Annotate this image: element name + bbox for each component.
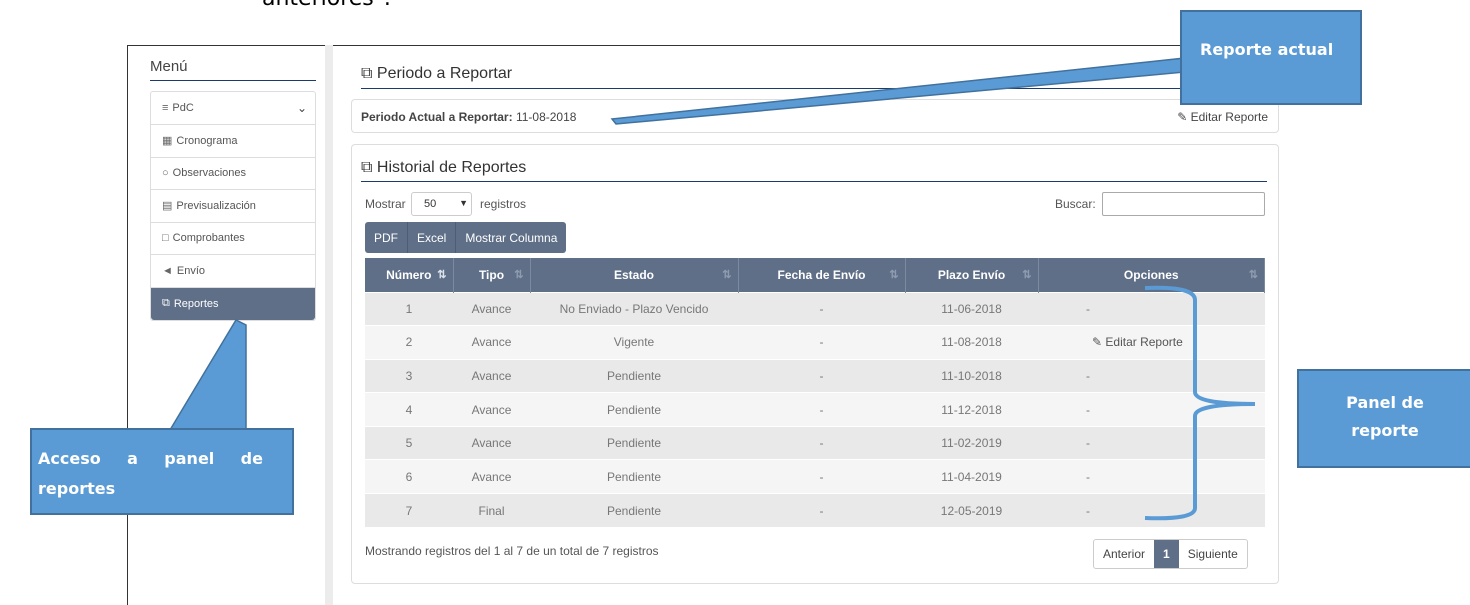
caret-down-icon: ▼ <box>459 198 468 208</box>
calendar-icon: ▦ <box>162 135 173 148</box>
comment-icon: ○ <box>162 167 169 180</box>
column-visibility-button[interactable]: Mostrar Columna <box>456 222 566 253</box>
table-row: 7 Final Pendiente - 12-05-2019 - <box>365 493 1265 528</box>
copy-icon: ⧉ <box>361 159 373 176</box>
send-icon: ◄ <box>162 264 173 277</box>
sidebar-menu: ≡ PdC ⌄ ▦ Cronograma ○ Observaciones ▤ P… <box>150 91 316 321</box>
list-icon: ≡ <box>162 102 169 114</box>
sidebar-item-envio[interactable]: ◄ Envío <box>151 255 315 288</box>
sidebar-separator <box>325 45 333 605</box>
excel-button[interactable]: Excel <box>408 222 457 253</box>
sidebar-item-previsualizacion[interactable]: ▤ Previsualización <box>151 190 315 223</box>
edit-report-row-link[interactable]: ✎ Editar Reporte <box>1038 325 1265 360</box>
copy-icon: ⧉ <box>162 297 170 310</box>
file-icon: □ <box>162 232 169 245</box>
export-button-group: PDF Excel Mostrar Columna <box>365 222 567 253</box>
sidebar-item-label: PdC <box>172 102 194 114</box>
column-header-plazo-envio[interactable]: Plazo Envío ⇅ <box>905 258 1039 292</box>
historial-section-title: ⧉ Historial de Reportes <box>361 159 527 176</box>
column-header-estado[interactable]: Estado ⇅ <box>530 258 739 292</box>
pencil-icon: ✎ <box>1177 110 1188 124</box>
sort-icon: ⇅ <box>1022 269 1031 281</box>
pencil-icon: ✎ <box>1092 335 1103 350</box>
sidebar-item-label: Reportes <box>173 297 219 310</box>
show-label: Mostrar <box>365 197 406 211</box>
table-row: 3 Avance Pendiente - 11-10-2018 - <box>365 358 1265 393</box>
table-row: 1 Avance No Enviado - Plazo Vencido - 11… <box>365 291 1265 326</box>
periodo-actual: Periodo Actual a Reportar: 11-08-2018 <box>361 110 577 124</box>
table-row: 5 Avance Pendiente - 11-02-2019 - <box>365 425 1265 460</box>
sort-icon: ⇅ <box>889 269 898 281</box>
sort-icon: ⇅ <box>722 269 731 281</box>
sort-icon: ⇅ <box>1248 269 1258 281</box>
sidebar-item-label: Envío <box>176 264 206 277</box>
title-underline <box>361 88 1267 89</box>
pagination: Anterior 1 Siguiente <box>1093 539 1248 569</box>
sidebar-item-label: Previsualización <box>176 199 256 212</box>
reports-table: Número ⇅ Tipo ⇅ Estado ⇅ Fecha de Envío ⇅ Pl… <box>365 258 1265 528</box>
records-label: registros <box>480 197 527 211</box>
sidebar-item-label: Observaciones <box>172 167 247 180</box>
periodo-section-title: ⧉ Periodo a Reportar <box>361 65 513 82</box>
document-text: anteriores". <box>262 0 391 11</box>
table-row: 6 Avance Pendiente - 11-04-2019 - <box>365 459 1265 494</box>
periodo-panel: Periodo Actual a Reportar: 11-08-2018 ✎ … <box>351 99 1279 133</box>
page-size-select[interactable]: 50 ▼ <box>411 192 472 216</box>
next-page-button[interactable]: Siguiente <box>1179 540 1247 568</box>
page-button-current[interactable]: 1 <box>1154 540 1179 568</box>
previous-page-button[interactable]: Anterior <box>1094 540 1154 568</box>
chevron-down-icon[interactable]: ⌄ <box>297 101 307 115</box>
column-header-fecha-envio[interactable]: Fecha de Envío ⇅ <box>738 258 906 292</box>
sidebar-item-reportes[interactable]: ⧉ Reportes <box>151 287 315 320</box>
table-info: Mostrando registros del 1 al 7 de un tot… <box>365 544 659 558</box>
sidebar-item-label: Comprobantes <box>172 232 245 245</box>
callout-acceso-panel: Acceso a panel de reportes <box>30 428 294 515</box>
table-row: 2 Avance Vigente - 11-08-2018 ✎ Editar R… <box>365 325 1265 360</box>
sidebar: Menú ≡ PdC ⌄ ▦ Cronograma ○ Observacione… <box>150 58 316 321</box>
callout-reporte-actual: Reporte actual <box>1180 10 1362 105</box>
search-input[interactable] <box>1102 192 1265 216</box>
edit-report-link[interactable]: ✎ Editar Reporte <box>1177 110 1268 124</box>
sidebar-item-label: Cronograma <box>176 134 238 147</box>
column-header-tipo[interactable]: Tipo ⇅ <box>453 258 531 292</box>
sidebar-item-observaciones[interactable]: ○ Observaciones <box>151 158 315 190</box>
search-label: Buscar: <box>1055 197 1096 211</box>
column-header-opciones[interactable]: Opciones ⇅ <box>1038 258 1265 292</box>
title-underline <box>361 181 1267 182</box>
column-header-numero[interactable]: Número ⇅ <box>365 258 454 292</box>
table-row: 4 Avance Pendiente - 11-12-2018 - <box>365 392 1265 427</box>
sidebar-item-pdc[interactable]: ≡ PdC ⌄ <box>151 92 315 125</box>
sidebar-item-comprobantes[interactable]: □ Comprobantes <box>151 223 315 255</box>
preview-icon: ▤ <box>162 200 173 213</box>
sort-icon: ⇅ <box>437 269 446 281</box>
menu-title: Menú <box>150 58 316 81</box>
sort-icon: ⇅ <box>514 269 523 281</box>
pdf-button[interactable]: PDF <box>365 222 408 253</box>
callout-panel-reporte: Panel de reporte <box>1297 369 1470 468</box>
sidebar-item-cronograma[interactable]: ▦ Cronograma <box>151 125 315 158</box>
copy-icon: ⧉ <box>361 65 373 82</box>
table-header-row: Número ⇅ Tipo ⇅ Estado ⇅ Fecha de Envío ⇅ Pl… <box>365 258 1265 292</box>
